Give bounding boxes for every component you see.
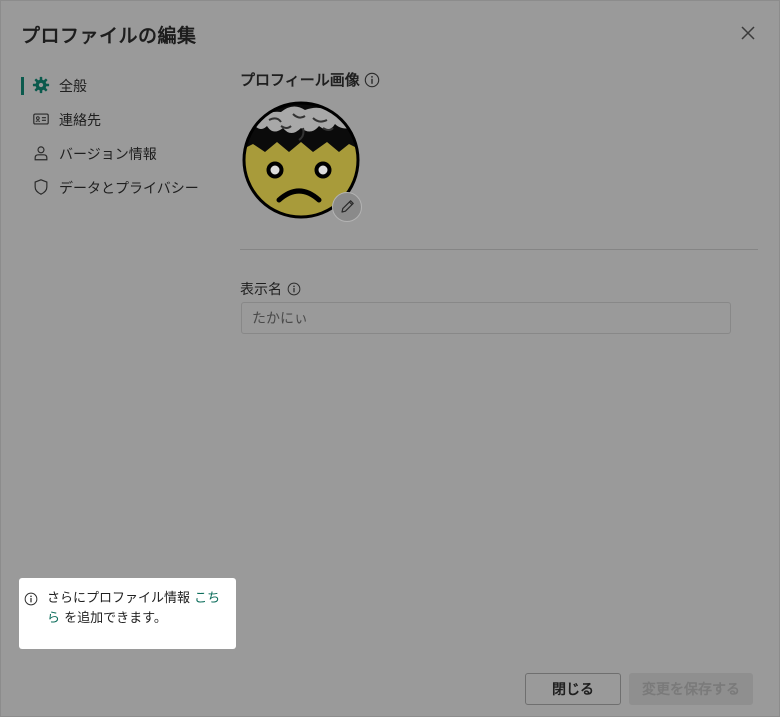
close-icon [741,26,755,40]
display-name-input[interactable] [241,302,731,334]
pencil-icon [341,200,354,213]
sidebar-item-contacts[interactable]: 連絡先 [21,105,221,139]
info-icon [24,592,38,606]
gear-icon [32,76,50,94]
sidebar-item-label: バージョン情報 [59,147,157,163]
shield-icon [34,179,48,195]
sidebar-item-label: 連絡先 [59,113,101,129]
sidebar-item-version-info[interactable]: バージョン情報 [21,139,221,173]
display-name-label-row: 表示名 [240,279,301,299]
contact-card-icon [33,113,49,125]
profile-image-label: プロフィール画像 [240,71,360,89]
display-name-label: 表示名 [240,282,282,298]
tooltip-text-after: を追加できます。 [60,611,167,626]
sidebar-item-label: データとプライバシー [59,181,199,197]
sidebar-nav: 全般 連絡先 バージョン情報 データとプライバシー [21,71,221,207]
edit-profile-dialog: プロファイルの編集 全般 連絡先 バージョン情報 データとプライバシー プロフィ… [0,0,780,717]
sidebar-item-data-privacy[interactable]: データとプライバシー [21,173,221,207]
edit-avatar-button[interactable] [332,192,362,222]
close-button[interactable] [738,23,758,43]
close-dialog-button[interactable]: 閉じる [525,673,621,705]
sidebar-item-general[interactable]: 全般 [21,71,221,105]
add-profile-info-tooltip: さらにプロファイル情報 こちら を追加できます。 [19,578,236,649]
dialog-title: プロファイルの編集 [21,25,197,47]
section-divider [240,249,758,250]
profile-image-title: プロフィール画像 [240,69,380,90]
save-changes-button[interactable]: 変更を保存する [629,673,753,705]
person-icon [34,146,48,161]
active-indicator [21,77,24,95]
info-icon[interactable] [364,72,380,88]
info-icon[interactable] [287,282,301,296]
tooltip-text-before: さらにプロファイル情報 [47,591,195,606]
sidebar-item-label: 全般 [59,79,87,95]
